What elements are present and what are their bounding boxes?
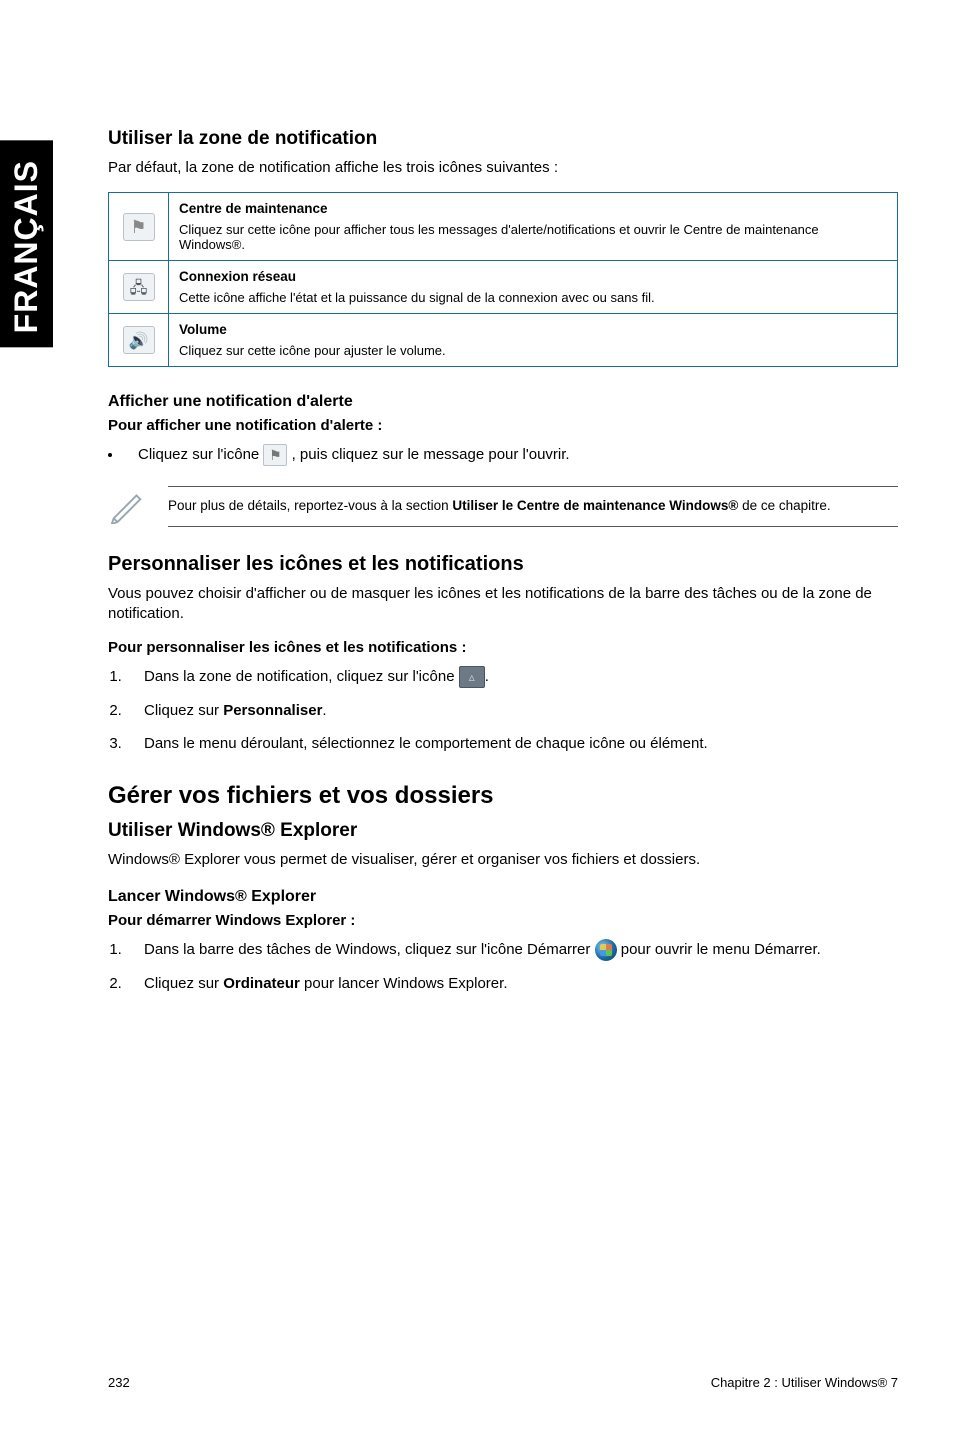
row-desc: Cette icône affiche l'état et la puissan… (179, 290, 655, 305)
row-title: Connexion réseau (179, 269, 887, 284)
tray-arrow-icon (459, 666, 485, 688)
section-notification-area-intro: Par défaut, la zone de notification affi… (108, 158, 898, 178)
page-footer: 232 Chapitre 2 : Utiliser Windows® 7 (108, 1375, 898, 1390)
bullet-text-post: , puis cliquez sur le message pour l'ouv… (292, 446, 570, 463)
table-row: Centre de maintenance Cliquez sur cette … (109, 193, 898, 261)
note-text-pre: Pour plus de détails, reportez-vous à la… (168, 498, 452, 513)
step-text-post: pour lancer Windows Explorer. (300, 975, 508, 992)
action-center-inline-icon (263, 444, 287, 466)
start-orb-icon (595, 939, 617, 961)
alert-notification-lead: Pour afficher une notification d'alerte … (108, 417, 898, 434)
customize-icons-lead: Pour personnaliser les icônes et les not… (108, 639, 898, 656)
action-center-icon (123, 213, 155, 241)
alert-bullet: Cliquez sur l'icône , puis cliquez sur l… (108, 444, 898, 466)
step-text-post: . (485, 668, 489, 685)
row-desc: Cliquez sur cette icône pour ajuster le … (179, 343, 446, 358)
network-icon (123, 273, 155, 301)
row-desc: Cliquez sur cette icône pour afficher to… (179, 222, 819, 252)
note-text-post: de ce chapitre. (738, 498, 830, 513)
list-item: Dans la zone de notification, cliquez su… (126, 666, 898, 688)
section-notification-area-title: Utiliser la zone de notification (108, 128, 898, 150)
volume-icon (123, 326, 155, 354)
list-item: Dans le menu déroulant, sélectionnez le … (126, 733, 898, 754)
launch-explorer-title: Lancer Windows® Explorer (108, 888, 898, 906)
step-text-post: pour ouvrir le menu Démarrer. (621, 941, 821, 958)
step-text-bold: Ordinateur (223, 975, 300, 992)
row-title: Centre de maintenance (179, 201, 887, 216)
table-row: Connexion réseau Cette icône affiche l'é… (109, 261, 898, 314)
use-explorer-title: Utiliser Windows® Explorer (108, 820, 898, 842)
table-row: Volume Cliquez sur cette icône pour ajus… (109, 314, 898, 367)
chapter-label: Chapitre 2 : Utiliser Windows® 7 (711, 1375, 898, 1390)
use-explorer-text: Windows® Explorer vous permet de visuali… (108, 850, 898, 870)
note-pen-icon (108, 486, 146, 524)
language-tab: FRANÇAIS (0, 140, 53, 347)
customize-icons-title: Personnaliser les icônes et les notifica… (108, 553, 898, 576)
page-content: Utiliser la zone de notification Par déf… (108, 128, 898, 1006)
manage-files-title: Gérer vos fichiers et vos dossiers (108, 782, 898, 810)
launch-explorer-lead: Pour démarrer Windows Explorer : (108, 912, 898, 929)
step-text-pre: Cliquez sur (144, 702, 223, 719)
alert-notification-title: Afficher une notification d'alerte (108, 393, 898, 411)
bullet-text-pre: Cliquez sur l'icône (138, 446, 263, 463)
step-text-post: . (322, 702, 326, 719)
step-text-pre: Dans la zone de notification, cliquez su… (144, 668, 459, 685)
page-number: 232 (108, 1375, 130, 1390)
note-text-bold: Utiliser le Centre de maintenance Window… (452, 498, 738, 513)
customize-steps: Dans la zone de notification, cliquez su… (126, 666, 898, 754)
bullet-dot-icon (108, 453, 112, 457)
launch-explorer-steps: Dans la barre des tâches de Windows, cli… (126, 939, 898, 994)
list-item: Cliquez sur Personnaliser. (126, 700, 898, 721)
step-text-pre: Dans la barre des tâches de Windows, cli… (144, 941, 595, 958)
notification-icons-table: Centre de maintenance Cliquez sur cette … (108, 192, 898, 367)
step-text-pre: Cliquez sur (144, 975, 223, 992)
row-title: Volume (179, 322, 887, 337)
step-text-bold: Personnaliser (223, 702, 322, 719)
list-item: Cliquez sur Ordinateur pour lancer Windo… (126, 973, 898, 994)
customize-icons-intro: Vous pouvez choisir d'afficher ou de mas… (108, 584, 898, 625)
list-item: Dans la barre des tâches de Windows, cli… (126, 939, 898, 961)
note-block: Pour plus de détails, reportez-vous à la… (108, 486, 898, 527)
